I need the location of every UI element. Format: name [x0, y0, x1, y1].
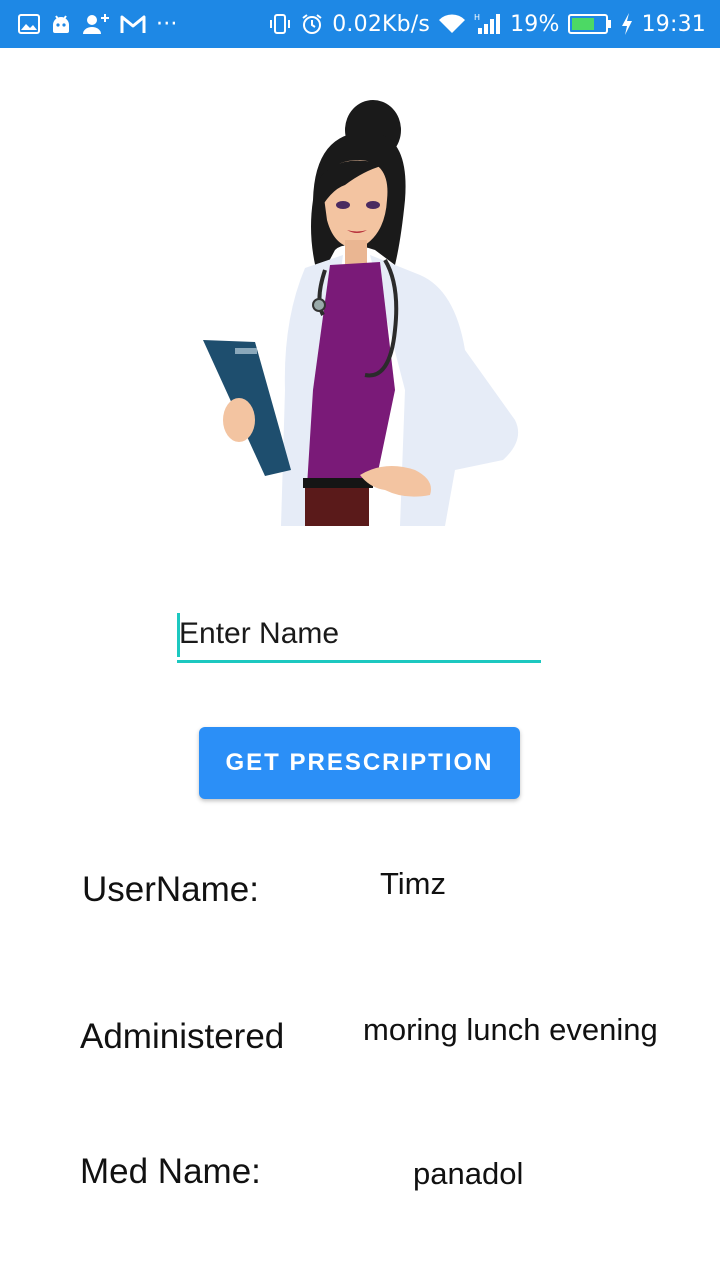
text-cursor — [177, 613, 180, 657]
username-value: Timz — [380, 866, 446, 901]
administered-value: moring lunch evening — [363, 1012, 658, 1047]
name-field-underline — [177, 660, 541, 663]
administered-label: Administered — [80, 1017, 285, 1056]
wifi-icon — [438, 13, 466, 35]
alarm-icon — [300, 12, 324, 36]
gmail-icon — [120, 14, 146, 34]
more-notifications-icon: ··· — [156, 11, 178, 37]
svg-text:H: H — [474, 13, 480, 22]
get-prescription-button[interactable]: GET PRESCRIPTION — [199, 727, 520, 799]
status-bar-notifications: ··· — [18, 10, 178, 38]
status-bar-system: 0.02Kb/s H 19% 19:31 — [268, 10, 706, 38]
status-bar: ··· 0.02Kb/s H 19% 19:31 — [0, 0, 720, 48]
doctor-illustration — [195, 90, 525, 526]
battery-icon — [567, 13, 612, 35]
med-name-value: panadol — [413, 1156, 524, 1191]
android-icon — [50, 13, 72, 35]
name-input[interactable] — [177, 610, 541, 658]
gallery-icon — [18, 14, 40, 34]
signal-icon: H — [474, 12, 502, 36]
network-speed: 0.02Kb/s — [332, 11, 431, 37]
name-field[interactable] — [177, 610, 541, 664]
med-name-label: Med Name: — [80, 1152, 261, 1191]
battery-percent: 19% — [510, 11, 560, 37]
clock: 19:31 — [641, 11, 706, 37]
add-user-icon — [82, 13, 110, 35]
username-label: UserName: — [82, 870, 259, 909]
charging-icon — [620, 12, 634, 36]
vibrate-icon — [268, 12, 292, 36]
